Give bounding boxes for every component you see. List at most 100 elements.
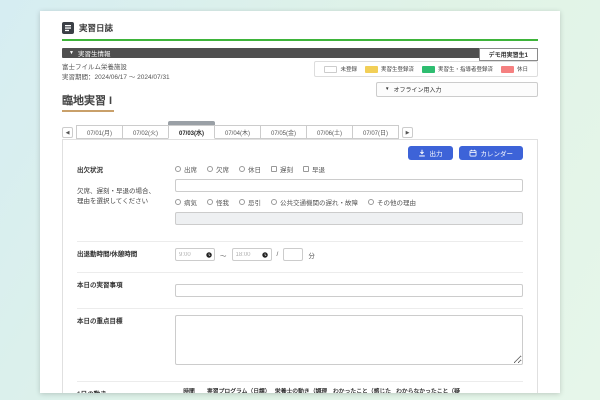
tabs-next-arrow-icon[interactable]: ▶	[402, 127, 413, 138]
reason-option-injury[interactable]: 怪我	[207, 197, 229, 207]
break-minutes-input[interactable]	[283, 248, 303, 261]
tab-0705[interactable]: 07/05(金)	[260, 125, 307, 139]
reason-option-other[interactable]: その他の理由	[368, 197, 416, 207]
legend-label: 未登録	[340, 65, 357, 73]
worktime-label: 出退勤時間/休憩時間	[77, 248, 175, 261]
worktime-row: 出退勤時間/休憩時間 ～	[77, 241, 523, 267]
student-info-toggle[interactable]: ▼ 実習生情報 デモ用実習生1	[62, 48, 538, 58]
checkbox-icon[interactable]	[271, 166, 277, 172]
clock-icon[interactable]	[262, 251, 268, 259]
student-tab[interactable]: デモ用実習生1	[479, 48, 538, 61]
day-panel: 出力 カレンダー 出欠状況 欠席、遅刻・早退の場合、	[62, 139, 538, 393]
legend-swatch-holiday	[501, 66, 514, 73]
calendar-icon	[469, 149, 477, 157]
info-row: 富士フイルム栄養施設 実習期間：2024/06/17 ～ 2024/07/31 …	[62, 61, 538, 83]
radio-icon[interactable]	[239, 199, 245, 205]
option-label: 欠席	[216, 164, 229, 174]
attendance-row: 出欠状況 欠席、遅刻・早退の場合、 理由を選択してください 出席	[77, 164, 523, 236]
offline-input-label: オフライン用入力	[393, 85, 441, 94]
radio-icon[interactable]	[175, 199, 181, 205]
tab-0703-selected[interactable]: 07/03(水)	[168, 125, 215, 139]
attendance-option-holiday[interactable]: 休日	[239, 164, 261, 174]
chevron-down-icon: ▼	[69, 51, 74, 56]
tab-0706[interactable]: 07/06(土)	[306, 125, 353, 139]
clock-icon[interactable]	[206, 251, 212, 259]
daily-activity-table: 時間 実習プログラム（日課） 栄養士の動き（調理師との連携） わかった	[175, 388, 523, 393]
option-label: 怪我	[216, 197, 229, 207]
tab-0702[interactable]: 07/02(火)	[122, 125, 169, 139]
column-header-questions: わからなかったこと（疑問に感じたこと）	[395, 388, 461, 393]
end-time-input[interactable]	[236, 252, 261, 258]
reason-option-transport[interactable]: 公共交通機関の遅れ・故障	[271, 197, 358, 207]
radio-icon[interactable]	[207, 199, 213, 205]
tabs-prev-arrow-icon[interactable]: ◀	[62, 127, 73, 138]
attendance-option-early-leave[interactable]: 早退	[303, 164, 325, 174]
legend-label: 実習生登録済	[381, 65, 414, 73]
tab-0704[interactable]: 07/04(木)	[214, 125, 261, 139]
daily-activity-label: 1日の動き	[77, 388, 175, 393]
legend-item-holiday: 休日	[501, 65, 528, 73]
reason-label: 欠席、遅刻・早退の場合、 理由を選択してください	[77, 187, 175, 207]
reason-options: 病気 怪我 忌引 公共交通機関の遅れ・故障	[175, 197, 523, 207]
daily-activity-row: 1日の動き 時間 実習プログラム（日課） 栄養士の動き（調理師との連携）	[77, 381, 523, 393]
status-legend: 未登録 実習生登録済 実習生・指導者登録済 休日	[314, 61, 538, 77]
option-label: その他の理由	[377, 197, 416, 207]
column-header-learned: わかったこと（感じたこと、気づいたこと）	[333, 388, 391, 393]
download-icon	[418, 149, 426, 157]
column-header-program: 実習プログラム（日課）	[207, 388, 269, 393]
checkbox-icon[interactable]	[303, 166, 309, 172]
app-header: 実習日誌	[62, 19, 538, 39]
today-items-input[interactable]	[175, 284, 523, 297]
offline-input-button[interactable]: ▼ オフライン用入力	[376, 82, 538, 97]
calendar-button[interactable]: カレンダー	[459, 146, 524, 160]
today-items-row: 本日の実習事項	[77, 272, 523, 303]
radio-icon[interactable]	[175, 166, 181, 172]
radio-icon[interactable]	[239, 166, 245, 172]
end-time-box	[232, 248, 272, 261]
journal-icon	[62, 22, 74, 34]
radio-icon[interactable]	[271, 199, 277, 205]
attendance-option-late[interactable]: 遅刻	[271, 164, 293, 174]
app-title: 実習日誌	[79, 22, 113, 34]
radio-icon[interactable]	[207, 166, 213, 172]
time-slash: /	[277, 251, 279, 258]
option-label: 病気	[184, 197, 197, 207]
option-label: 早退	[312, 164, 325, 174]
date-tabs: ◀ 07/01(月) 07/02(火) 07/03(水) 07/04(木) 07…	[62, 125, 538, 139]
toolbar: 出力 カレンダー	[77, 146, 523, 160]
legend-label: 実習生・指導者登録済	[438, 65, 493, 73]
start-time-box	[175, 248, 215, 261]
calendar-button-label: カレンダー	[481, 148, 514, 158]
reason-option-sick[interactable]: 病気	[175, 197, 197, 207]
attendance-label-col: 出欠状況 欠席、遅刻・早退の場合、 理由を選択してください	[77, 164, 175, 230]
today-goal-textarea[interactable]	[175, 315, 523, 365]
chevron-down-icon: ▼	[385, 87, 389, 92]
student-info-label: 実習生情報	[78, 48, 111, 58]
attendance-option-absent[interactable]: 欠席	[207, 164, 229, 174]
column-header-time: 時間	[175, 388, 203, 393]
reason-detail-input	[175, 212, 523, 225]
legend-item-both-registered: 実習生・指導者登録済	[422, 65, 493, 73]
reason-label-line1: 欠席、遅刻・早退の場合、	[77, 187, 175, 197]
start-time-input[interactable]	[179, 252, 204, 258]
output-button[interactable]: 出力	[408, 146, 453, 160]
page-title: 臨地実習 I	[62, 92, 114, 112]
attendance-option-present[interactable]: 出席	[175, 164, 197, 174]
today-items-label: 本日の実習事項	[77, 279, 175, 297]
legend-swatch-unregistered	[324, 66, 337, 73]
attendance-detail-input[interactable]	[175, 179, 523, 192]
tab-0701[interactable]: 07/01(月)	[76, 125, 123, 139]
legend-item-student-registered: 実習生登録済	[365, 65, 414, 73]
legend-item-unregistered: 未登録	[324, 65, 357, 73]
today-goal-row: 本日の重点目標	[77, 308, 523, 376]
output-button-label: 出力	[430, 148, 443, 158]
radio-icon[interactable]	[368, 199, 374, 205]
time-separator: ～	[220, 250, 227, 260]
reason-option-bereavement[interactable]: 忌引	[239, 197, 261, 207]
main-card: 実習日誌 ▼ 実習生情報 デモ用実習生1 富士フイルム栄養施設 実習期間：202…	[40, 11, 560, 393]
minutes-unit-label: 分	[308, 250, 315, 260]
attendance-options: 出席 欠席 休日 遅刻	[175, 164, 523, 174]
tab-0707[interactable]: 07/07(日)	[352, 125, 399, 139]
reason-label-line2: 理由を選択してください	[77, 197, 175, 207]
option-label: 公共交通機関の遅れ・故障	[280, 197, 358, 207]
